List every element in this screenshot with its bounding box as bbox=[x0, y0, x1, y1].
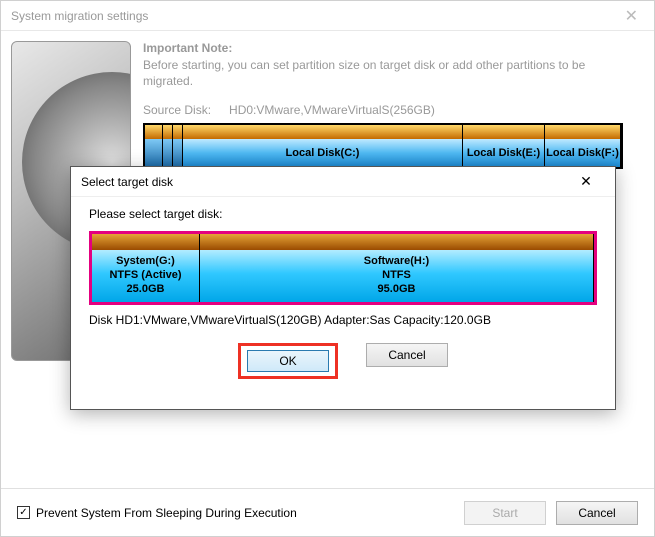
source-disk-value: HD0:VMware,VMwareVirtualS(256GB) bbox=[229, 103, 435, 117]
target-disk-info: Disk HD1:VMware,VMwareVirtualS(120GB) Ad… bbox=[89, 313, 597, 327]
parent-window-title: System migration settings bbox=[11, 9, 619, 23]
ok-button-highlight: OK bbox=[238, 343, 338, 379]
partition-local-c[interactable]: Local Disk(C:) bbox=[183, 139, 463, 167]
modal-cancel-button[interactable]: Cancel bbox=[366, 343, 448, 367]
partition-local-e[interactable]: Local Disk(E:) bbox=[463, 139, 545, 167]
partition-local-f[interactable]: Local Disk(F:) bbox=[545, 139, 621, 167]
select-target-disk-dialog: Select target disk ✕ Please select targe… bbox=[70, 166, 616, 410]
target-disk-map[interactable]: System(G:) NTFS (Active) 25.0GB Software… bbox=[89, 231, 597, 305]
modal-title: Select target disk bbox=[81, 175, 567, 189]
source-disk-label: Source Disk: bbox=[143, 103, 211, 117]
close-icon[interactable]: ✕ bbox=[619, 6, 644, 26]
partition-label: Local Disk(E:) bbox=[467, 147, 540, 159]
modal-prompt: Please select target disk: bbox=[89, 207, 597, 221]
partition-size: 25.0GB bbox=[127, 283, 165, 297]
parent-footer: ✓ Prevent System From Sleeping During Ex… bbox=[1, 488, 654, 536]
target-partition-software-h[interactable]: Software(H:) NTFS 95.0GB bbox=[200, 250, 594, 302]
partition-block[interactable] bbox=[173, 139, 183, 167]
partition-fs: NTFS bbox=[382, 269, 411, 283]
cancel-button[interactable]: Cancel bbox=[556, 501, 638, 525]
partition-name: Software(H:) bbox=[364, 255, 429, 269]
prevent-sleep-label: Prevent System From Sleeping During Exec… bbox=[36, 506, 297, 520]
parent-titlebar: System migration settings ✕ bbox=[1, 1, 654, 31]
source-disk-map: Local Disk(C:) Local Disk(E:) Local Disk… bbox=[143, 123, 623, 169]
modal-titlebar: Select target disk ✕ bbox=[71, 167, 615, 197]
start-button: Start bbox=[464, 501, 546, 525]
partition-block[interactable] bbox=[145, 139, 163, 167]
target-partition-system-g[interactable]: System(G:) NTFS (Active) 25.0GB bbox=[92, 250, 200, 302]
partition-fs: NTFS (Active) bbox=[109, 269, 181, 283]
note-text: Before starting, you can set partition s… bbox=[143, 57, 603, 89]
partition-block[interactable] bbox=[163, 139, 173, 167]
partition-label: Local Disk(C:) bbox=[286, 147, 360, 159]
note-heading: Important Note: bbox=[143, 41, 644, 55]
partition-size: 95.0GB bbox=[378, 283, 416, 297]
prevent-sleep-checkbox[interactable]: ✓ bbox=[17, 506, 30, 519]
modal-close-button[interactable]: ✕ bbox=[567, 171, 605, 193]
ok-button[interactable]: OK bbox=[247, 350, 329, 372]
partition-label: Local Disk(F:) bbox=[546, 147, 619, 159]
partition-name: System(G:) bbox=[116, 255, 175, 269]
